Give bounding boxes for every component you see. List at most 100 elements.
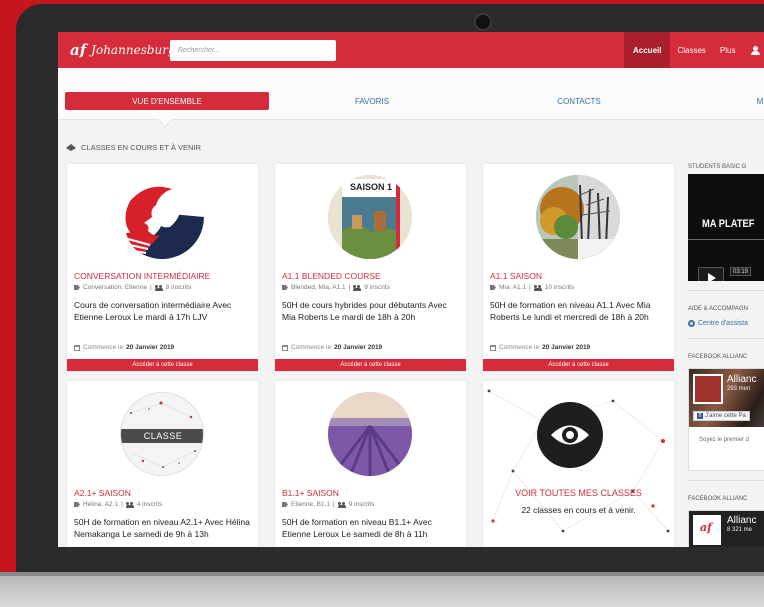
help-heading: AIDE & ACCOMPAGN — [688, 306, 748, 312]
class-tags: Etienne, B1.1 — [291, 501, 331, 508]
nav-plus[interactable]: Plus — [713, 32, 743, 68]
class-image — [328, 392, 412, 476]
video-duration: 03:19 — [730, 267, 752, 276]
facebook-page-name[interactable]: Allianc — [727, 515, 756, 526]
class-description: 50H de formation en niveau A1.1 Avec Mia… — [490, 300, 651, 322]
facebook-heading: FACEBOOK ALLIANC — [688, 354, 748, 360]
profile-illustration — [120, 175, 204, 259]
class-start-date: 20 Janvier 2019 — [334, 344, 383, 351]
eye-icon — [537, 402, 603, 468]
class-enrolled: 10 inscrits — [544, 284, 575, 291]
facebook-widget-2[interactable]: af Allianc 8 321 me — [688, 510, 764, 547]
access-class-button[interactable]: Accéder à cette classe — [275, 359, 466, 371]
tag-icon — [74, 285, 80, 290]
view-all-classes-card[interactable]: VOIR TOUTES MES CLASSES 22 classes en co… — [483, 381, 674, 547]
logo-mark: af — [70, 41, 87, 59]
users-icon — [125, 501, 134, 508]
view-all-subtitle: 22 classes en cours et à venir. — [521, 505, 636, 515]
class-image: SAISON 1 — [328, 175, 412, 259]
app-screen: af Johannesburg Accueil Classes Plus VUE… — [58, 32, 764, 547]
class-title[interactable]: CONVERSATION INTERMÉDIAIRE — [74, 271, 210, 281]
class-description: 50H de formation en niveau A2.1+ Avec Hé… — [74, 517, 250, 539]
class-meta: Etienne, B1.1 | 9 inscrits — [282, 501, 374, 508]
facebook-heading-2: FACEBOOK ALLIANC — [688, 496, 748, 502]
play-icon[interactable] — [698, 267, 724, 281]
section-title-text: CLASSES EN COURS ET À VENIR — [81, 143, 201, 152]
view-all-title[interactable]: VOIR TOUTES MES CLASSES — [483, 488, 674, 498]
facebook-page-name[interactable]: Allianc — [727, 374, 756, 385]
facebook-page-mentions: 8 321 me — [727, 527, 753, 533]
tab-more[interactable]: M — [750, 92, 764, 110]
lavender-field-image — [328, 392, 412, 476]
class-start-date: 20 Janvier 2019 — [542, 344, 591, 351]
nav-accueil[interactable]: Accueil — [624, 32, 671, 68]
users-icon — [353, 284, 362, 291]
class-tags: Hélina, A2.1 — [83, 501, 119, 508]
video-title: MA PLATEF — [702, 218, 755, 230]
user-menu[interactable] — [742, 32, 764, 68]
right-sidebar: STUDENTS BASIC G MA PLATEF 03:19 AIDE & … — [688, 160, 764, 547]
divider — [688, 338, 764, 339]
class-card[interactable]: CONVERSATION INTERMÉDIAIRE Conversation,… — [67, 164, 258, 371]
class-card[interactable]: A1.1 SAISON Mia, A1.1 | 10 inscrits 50H … — [483, 164, 674, 371]
access-class-button[interactable]: Accéder à cette classe — [67, 359, 258, 371]
facebook-like-button[interactable]: f J'aime cette Pa — [693, 411, 750, 421]
class-title[interactable]: A1.1 SAISON — [490, 271, 542, 281]
class-title[interactable]: B1.1+ SAISON — [282, 488, 339, 498]
calendar-icon — [282, 344, 288, 351]
logo-text: Johannesburg — [91, 43, 176, 57]
tab-vue-ensemble[interactable]: VUE D'ENSEMBLE — [65, 92, 269, 110]
nav-classes[interactable]: Classes — [670, 32, 712, 68]
class-image: CLASSE — [120, 392, 204, 476]
search-input[interactable] — [170, 40, 336, 61]
image-caption: CLASSE — [143, 431, 183, 441]
class-title[interactable]: A2.1+ SAISON — [74, 488, 131, 498]
class-enrolled: 8 inscrits — [165, 284, 192, 291]
calendar-icon — [490, 344, 496, 351]
access-class-button[interactable]: Accéder à cette classe — [483, 359, 674, 371]
seasons-tree-image — [536, 175, 620, 259]
tab-favoris[interactable]: FAVORIS — [313, 92, 431, 110]
class-start-date: 20 Janvier 2019 — [126, 344, 175, 351]
users-icon — [533, 284, 542, 291]
webcam — [474, 13, 492, 31]
video-player[interactable]: MA PLATEF 03:19 — [688, 174, 764, 281]
facebook-page-mentions: 293 men — [727, 386, 751, 392]
tag-icon — [282, 285, 288, 290]
class-card[interactable]: CLASSE A2.1+ SAISON Hélina, A2.1 | 4 ins… — [67, 381, 258, 547]
calendar-icon — [74, 344, 80, 351]
class-card[interactable]: SAISON 1 A1.1 BLENDED COURSE Blended, Mi… — [275, 164, 466, 371]
divider — [688, 480, 764, 481]
class-enrolled: 9 inscrits — [364, 284, 390, 291]
book-cover-title: SAISON 1 — [350, 182, 393, 192]
users-icon — [154, 284, 163, 291]
facebook-page-avatar — [693, 374, 723, 404]
class-meta: Conversation, Etienne | 8 inscrits — [74, 284, 191, 291]
class-card[interactable]: B1.1+ SAISON Etienne, B1.1 | 9 inscrits … — [275, 381, 466, 547]
class-start: Commence le 20 Janvier 2019 — [74, 344, 174, 351]
users-icon — [337, 501, 346, 508]
class-image — [536, 175, 620, 259]
navbar: af Johannesburg Accueil Classes Plus — [58, 32, 764, 68]
section-title: CLASSES EN COURS ET À VENIR — [66, 143, 201, 152]
class-start: Commence le 20 Janvier 2019 — [282, 344, 382, 351]
class-enrolled: 9 inscrits — [348, 501, 375, 508]
class-start: Commence le 20 Janvier 2019 — [490, 344, 590, 351]
video-divider — [688, 239, 764, 240]
class-title[interactable]: A1.1 BLENDED COURSE — [282, 271, 381, 281]
class-description: 50H de formation en niveau B1.1+ Avec Et… — [282, 517, 432, 539]
laptop-base — [0, 576, 764, 607]
class-tags: Mia, A1.1 — [499, 284, 527, 291]
facebook-widget[interactable]: Allianc 293 men f J'aime cette Pa Soyez … — [688, 368, 764, 471]
tag-icon — [490, 285, 496, 290]
tab-contacts[interactable]: CONTACTS — [520, 92, 638, 110]
class-tags: Blended, Mia, A1.1 — [291, 284, 346, 291]
help-center-link[interactable]: Centre d'assista — [688, 320, 748, 327]
class-meta: Hélina, A2.1 | 4 inscrits — [74, 501, 162, 508]
logo[interactable]: af Johannesburg — [70, 41, 176, 59]
tag-icon — [282, 502, 288, 507]
facebook-first-friend: Soyez le premier d — [699, 437, 750, 443]
class-meta: Mia, A1.1 | 10 inscrits — [490, 284, 574, 291]
graduation-cap-icon — [66, 144, 77, 151]
class-image — [120, 175, 204, 259]
